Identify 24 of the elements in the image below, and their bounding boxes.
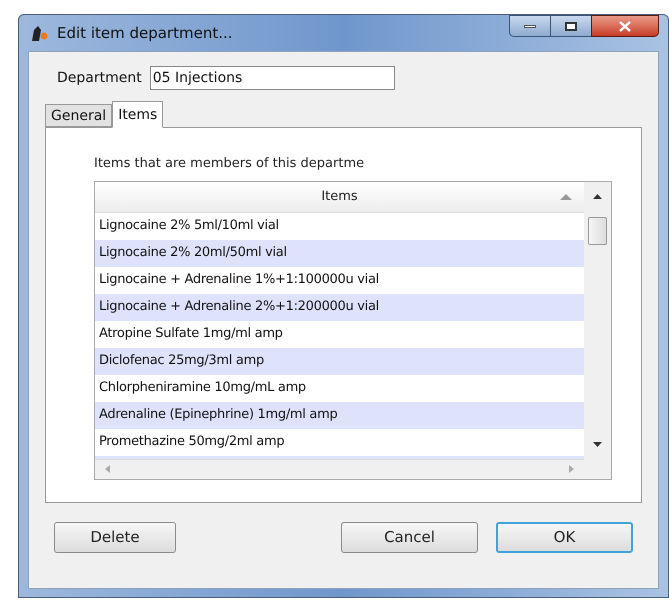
scroll-left-icon — [105, 465, 110, 473]
close-icon — [619, 20, 631, 32]
department-field[interactable]: 05 Injections — [150, 66, 395, 90]
table-cell[interactable]: Diclofenac 25mg/3ml amp — [95, 348, 584, 374]
table-cell[interactable]: Lignocaine 2% 20ml/50ml vial — [95, 240, 584, 266]
scroll-thumb[interactable] — [588, 216, 607, 244]
dialog-button[interactable]: Delete — [54, 522, 176, 553]
window-title: Edit item department... — [57, 22, 233, 44]
sort-icon — [560, 194, 572, 200]
table-cell[interactable]: Lignocaine + Adrenaline 2%+1:200000u vial — [95, 294, 584, 320]
department-label: Department — [57, 68, 142, 88]
minimize-button[interactable] — [509, 15, 551, 37]
list-caption: Items that are members of this departme — [94, 155, 366, 173]
dialog-button[interactable]: OK — [496, 522, 633, 553]
scroll-down-icon — [593, 442, 602, 446]
tab[interactable]: General — [45, 104, 112, 127]
maximize-button[interactable] — [551, 15, 591, 37]
tab[interactable]: Items — [112, 101, 164, 128]
app-logo-icon — [29, 24, 49, 42]
close-button[interactable] — [591, 15, 659, 37]
table-cell[interactable]: Adrenaline (Epinephrine) 1mg/ml amp — [95, 402, 584, 428]
scroll-right-icon — [569, 465, 574, 473]
dialog-button[interactable]: Cancel — [341, 522, 478, 553]
scroll-up-icon — [593, 194, 602, 198]
